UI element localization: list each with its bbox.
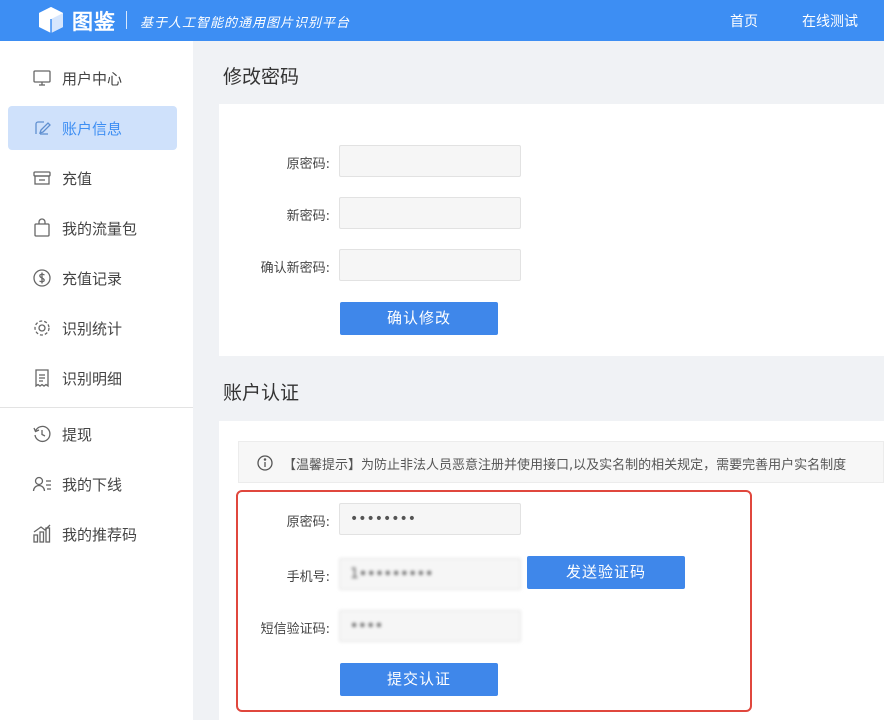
sidebar-item-label: 我的流量包 [62, 220, 138, 238]
dollar-icon [33, 269, 51, 287]
sidebar-item-label: 我的推荐码 [62, 526, 138, 544]
gear-icon [34, 320, 50, 336]
slogan: 基于人工智能的通用图片识别平台 [140, 16, 351, 31]
notice-banner: 【温馨提示】为防止非法人员恶意注册并使用接口,以及实名制的相关规定，需要完善用户… [238, 441, 884, 483]
sidebar-item-recharge[interactable]: 充值 [8, 156, 177, 200]
receipt-icon [35, 369, 49, 388]
monitor-icon [33, 70, 51, 86]
sidebar-item-referral-code[interactable]: 我的推荐码 [8, 512, 177, 556]
bag-icon [34, 218, 50, 237]
store-icon [33, 171, 51, 185]
sidebar-divider [0, 407, 193, 408]
sidebar: 用户中心 账户信息 充值 我的流量包 充值记录 识别统计 识别明细 提现 我的下… [0, 41, 193, 720]
sidebar-item-label: 提现 [62, 426, 93, 444]
sidebar-item-label: 用户中心 [62, 70, 123, 88]
new-password-input[interactable] [339, 197, 521, 229]
sidebar-item-recognition-details[interactable]: 识别明细 [8, 356, 177, 400]
sidebar-item-traffic-pack[interactable]: 我的流量包 [8, 206, 177, 250]
logo-text[interactable]: 图鉴 [72, 6, 116, 36]
sidebar-item-recharge-records[interactable]: 充值记录 [8, 256, 177, 300]
sidebar-item-recognition-stats[interactable]: 识别统计 [8, 306, 177, 350]
old-password-input[interactable] [339, 145, 521, 177]
sidebar-item-label: 充值记录 [62, 270, 123, 288]
sidebar-item-label: 我的下线 [62, 476, 123, 494]
sidebar-item-withdraw[interactable]: 提现 [8, 412, 177, 456]
sidebar-item-user-center[interactable]: 用户中心 [8, 56, 177, 100]
history-icon [33, 425, 51, 443]
sidebar-item-label: 账户信息 [62, 120, 123, 138]
confirm-password-input[interactable] [339, 249, 521, 281]
sidebar-item-account-info[interactable]: 账户信息 [8, 106, 177, 150]
highlight-box [236, 490, 752, 712]
confirm-change-button[interactable]: 确认修改 [340, 302, 498, 335]
nav-online-test-link[interactable]: 在线测试 [802, 11, 858, 31]
logo-separator [126, 11, 127, 29]
sidebar-item-label: 识别统计 [62, 320, 123, 338]
nav-home-link[interactable]: 首页 [730, 11, 758, 31]
notice-text: 【温馨提示】为防止非法人员恶意注册并使用接口,以及实名制的相关规定，需要完善用户… [283, 458, 847, 473]
account-verification-title: 账户认证 [223, 382, 300, 404]
new-password-label: 新密码: [286, 209, 330, 224]
change-password-card [219, 104, 884, 356]
confirm-password-label: 确认新密码: [260, 261, 330, 276]
old-password-label: 原密码: [286, 157, 330, 172]
chart-icon [33, 524, 51, 543]
top-bar: 图鉴 基于人工智能的通用图片识别平台 首页 在线测试 [0, 0, 884, 41]
sidebar-item-label: 识别明细 [62, 370, 123, 388]
edit-icon [35, 121, 51, 135]
sidebar-item-label: 充值 [62, 170, 93, 188]
user-list-icon [32, 476, 51, 492]
cube-logo-icon[interactable] [36, 5, 66, 35]
change-password-title: 修改密码 [223, 66, 300, 88]
info-icon [257, 455, 273, 471]
sidebar-item-my-downline[interactable]: 我的下线 [8, 462, 177, 506]
